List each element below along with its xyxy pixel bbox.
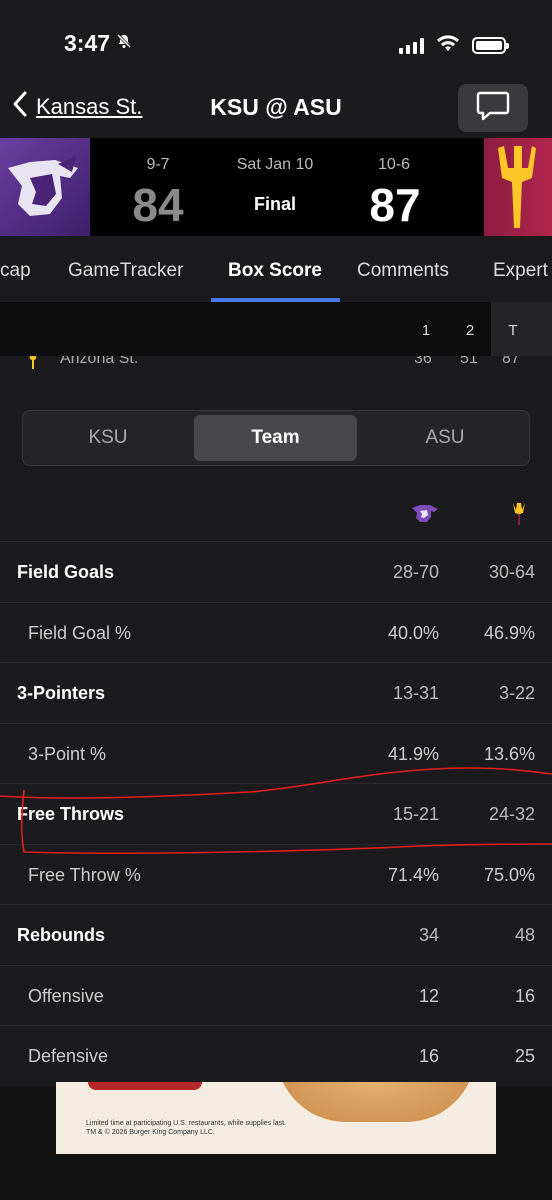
stat-row: Free Throws 15-21 24-32 [0,784,552,845]
stat-row: Offensive 12 16 [0,966,552,1026]
tab-gametracker[interactable]: GameTracker [68,260,183,282]
stat-row: Field Goal % 40.0% 46.9% [0,603,552,663]
stat-ksu-value: 40.0% [387,622,439,643]
stat-label: Field Goals [17,562,115,582]
stat-asu-value: 16 [514,985,535,1006]
stat-label: 3-Pointers [17,683,106,703]
stat-ksu-value: 28-70 [392,562,439,582]
linescore-header: 1 2 T [0,302,552,356]
wifi-icon [436,34,460,57]
stat-asu-value: 30-64 [488,562,535,582]
chat-bubble-icon [476,90,510,127]
arizona-state-logo-icon [512,502,526,531]
bell-slash-icon [116,33,132,54]
system-icons [399,34,509,57]
battery-icon [472,37,509,54]
ad-fine-print: Limited time at participating U.S. resta… [86,1120,286,1127]
stat-row: Defensive 16 25 [0,1026,552,1087]
stat-ksu-value: 12 [418,985,439,1006]
kansas-state-wildcat-logo [0,138,90,236]
stats-header [0,486,552,542]
stat-asu-value: 24-32 [488,804,535,824]
stat-ksu-value: 16 [418,1046,439,1066]
advertisement-banner[interactable]: Limited time at participating U.S. resta… [56,1082,496,1154]
away-record: 9-7 [146,156,170,173]
kansas-state-logo-icon [410,502,440,529]
linescore: Arizona St. 36 51 87 1 2 T [0,302,552,386]
team-segmented-control: KSU Team ASU [22,410,530,466]
arizona-state-pitchfork-logo [484,138,552,236]
tab-recap[interactable]: cap [0,260,31,282]
ad-copyright: TM & © 2026 Burger King Company LLC. [86,1129,215,1136]
stat-label: Free Throws [17,804,125,824]
game-date: Sat Jan 10 [236,156,314,173]
stat-ksu-value: 15-21 [392,804,439,824]
period-1-header: 1 [421,322,431,339]
stat-asu-value: 48 [514,925,535,945]
scoreboard: 9-7 84 Sat Jan 10 Final 10-6 87 [0,138,552,236]
stat-label: Field Goal % [28,622,132,643]
stat-ksu-value: 13-31 [392,683,439,703]
stat-label: Free Throw % [28,864,141,885]
segment-ksu[interactable]: KSU [27,415,189,461]
stat-row: 3-Pointers 13-31 3-22 [0,663,552,724]
team-stats-table: Field Goals 28-70 30-64 Field Goal % 40.0% 4… [0,486,552,1087]
stat-asu-value: 46.9% [483,622,535,643]
home-score: 87 [369,179,421,231]
stat-row: Free Throw % 71.4% 75.0% [0,845,552,905]
period-2-header: 2 [465,322,475,339]
stat-ksu-value: 71.4% [387,864,439,885]
stat-label: Rebounds [17,925,105,945]
stat-label: Defensive [28,1046,109,1066]
tab-comments[interactable]: Comments [357,260,449,282]
comments-button[interactable] [458,84,528,132]
stat-ksu-value: 41.9% [387,743,439,764]
time-text: 3:47 [64,30,111,56]
burger-bun-image [276,1082,476,1122]
stat-row: 3-Point % 41.9% 13.6% [0,724,552,784]
tab-bar: cap GameTracker Box Score Comments Exper… [0,236,552,302]
total-header: T [508,322,518,339]
stat-asu-value: 3-22 [498,683,535,703]
tab-box-score[interactable]: Box Score [228,260,322,282]
tab-expert[interactable]: Expert [493,260,548,282]
segment-asu[interactable]: ASU [363,415,527,461]
stat-asu-value: 25 [514,1046,535,1066]
stat-asu-value: 75.0% [483,864,535,885]
status-bar: 3:47 [0,0,552,90]
status-time: 3:47 [64,30,132,57]
stat-label: 3-Point % [28,743,107,764]
ad-order-button[interactable] [88,1082,202,1090]
stat-label: Offensive [28,985,104,1006]
game-status: Final [253,194,296,214]
segment-team[interactable]: Team [194,415,357,461]
nav-bar: Kansas St. KSU @ ASU [0,80,552,138]
stat-row: Rebounds 34 48 [0,905,552,966]
home-record: 10-6 [377,156,411,173]
cellular-signal-icon [399,37,424,54]
stat-asu-value: 13.6% [483,743,535,764]
away-score: 84 [132,179,184,231]
stat-row: Field Goals 28-70 30-64 [0,542,552,603]
stat-ksu-value: 34 [418,925,439,945]
team-selector-section: KSU Team ASU [0,386,552,486]
